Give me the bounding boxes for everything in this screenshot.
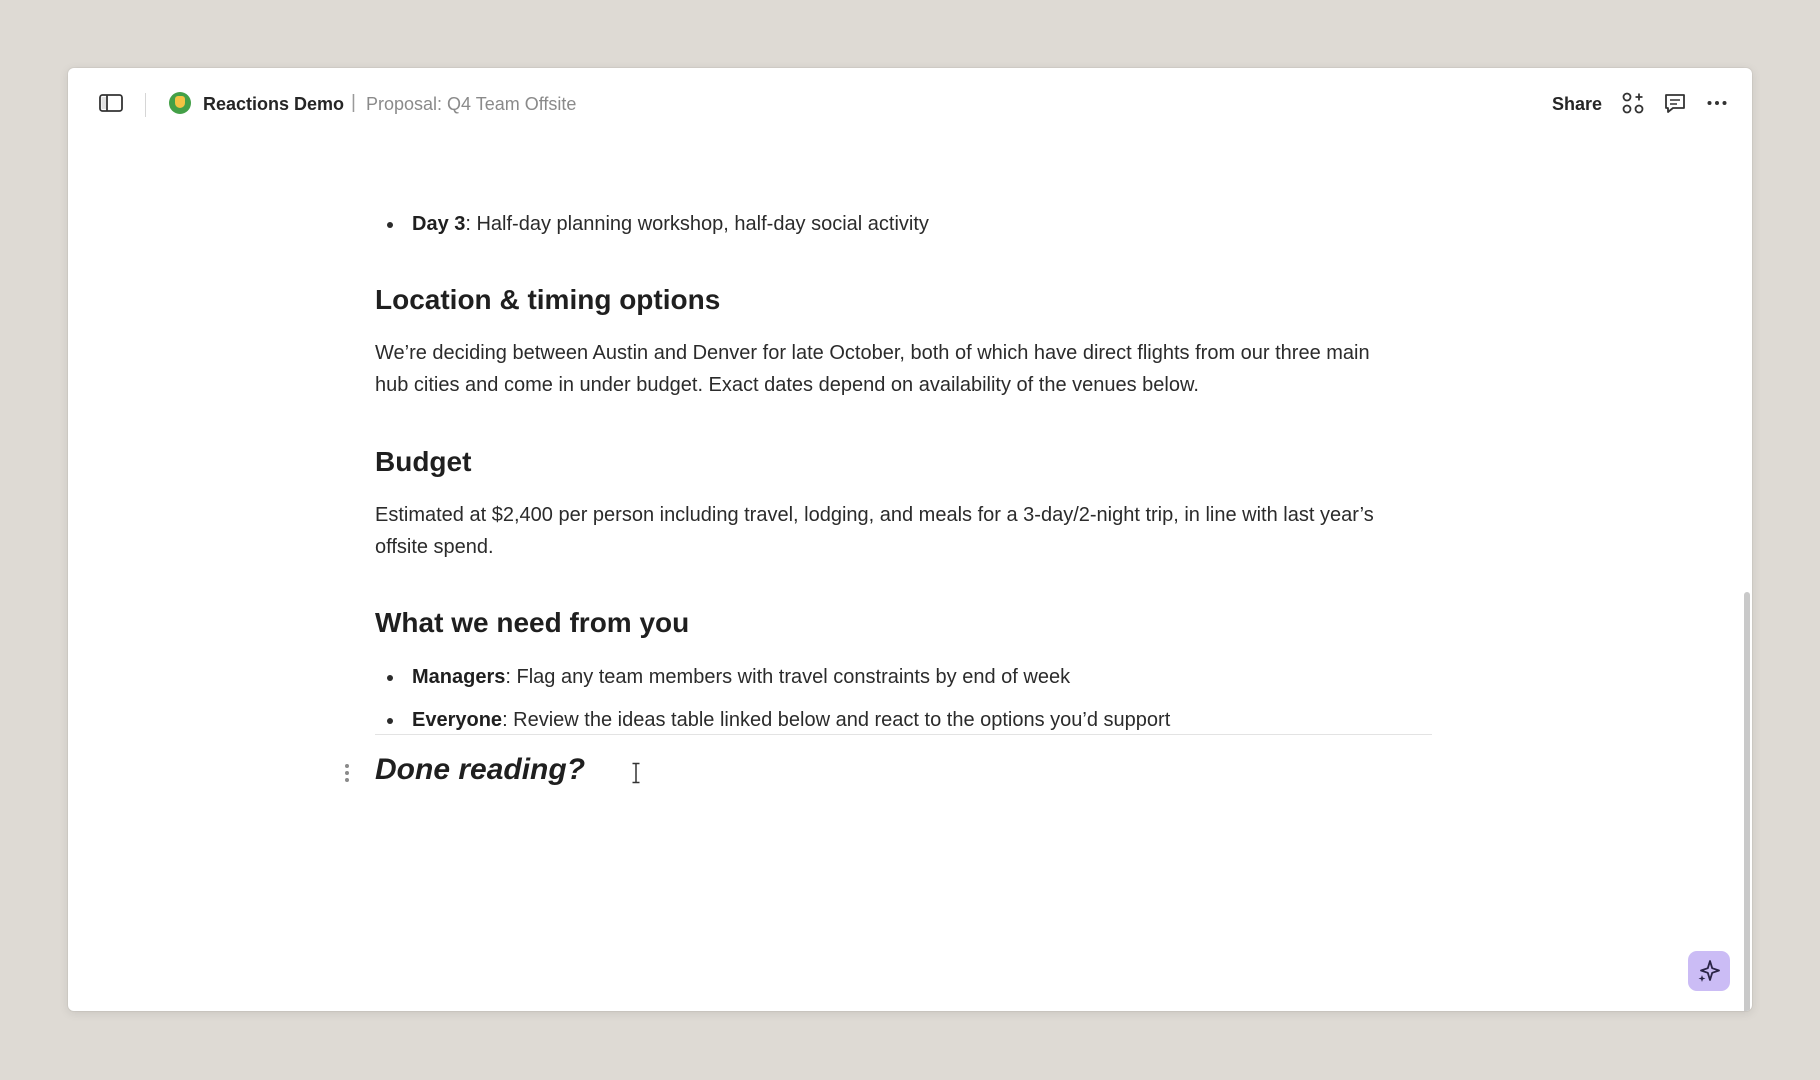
bullet-list: Managers: Flag any team members with tra… — [375, 662, 1435, 735]
bullet-dot — [387, 718, 393, 724]
top-bar: Reactions Demo | Proposal: Q4 Team Offsi… — [68, 68, 1752, 138]
app-window: Reactions Demo | Proposal: Q4 Team Offsi… — [68, 68, 1752, 1011]
section-divider — [375, 734, 1432, 735]
breadcrumb-separator: | — [351, 92, 356, 113]
breadcrumb-document-title[interactable]: Proposal: Q4 Team Offsite — [366, 94, 576, 115]
list-item-bold: Managers — [412, 666, 506, 688]
more-icon[interactable] — [1705, 91, 1729, 115]
ai-assistant-button[interactable] — [1688, 951, 1730, 991]
share-button[interactable]: Share — [1552, 94, 1602, 115]
list-item-bold: Day 3 — [412, 213, 466, 235]
toolbar-divider — [145, 93, 146, 117]
list-item-text: : Half-day planning workshop, half-day s… — [465, 213, 929, 235]
done-reading-heading[interactable]: Done reading? — [375, 753, 585, 787]
list-item: Everyone: Review the ideas table linked … — [375, 705, 1435, 735]
text-cursor-icon — [632, 762, 640, 784]
apps-icon[interactable] — [1621, 91, 1645, 115]
document-body: Day 3: Half-day planning workshop, half-… — [375, 138, 1435, 731]
scrollbar[interactable] — [1742, 138, 1752, 1011]
bullet-dot — [387, 675, 393, 681]
comment-icon[interactable] — [1663, 91, 1687, 115]
list-item-bold: Everyone — [412, 709, 503, 731]
section-heading: What we need from you — [375, 607, 690, 638]
workspace-icon[interactable] — [169, 92, 191, 114]
sparkle-icon — [1698, 960, 1720, 982]
block-drag-handle[interactable] — [343, 764, 351, 784]
section-heading: Location & timing options — [375, 284, 721, 315]
sidebar-toggle-icon[interactable] — [98, 91, 124, 115]
workspace-name[interactable]: Reactions Demo — [203, 94, 344, 115]
section-heading: Budget — [375, 446, 472, 477]
section-paragraph: Estimated at $2,400 per person including… — [375, 504, 1374, 558]
list-item: Day 3: Half-day planning workshop, half-… — [375, 209, 1435, 239]
list-item-text: : Review the ideas table linked below an… — [502, 709, 1171, 731]
list-item-text: : Flag any team members with travel cons… — [505, 666, 1071, 688]
section-paragraph: We’re deciding between Austin and Denver… — [375, 342, 1370, 396]
bullet-dot — [387, 222, 393, 228]
list-item: Managers: Flag any team members with tra… — [375, 662, 1435, 692]
scrollbar-thumb[interactable] — [1744, 592, 1750, 1011]
